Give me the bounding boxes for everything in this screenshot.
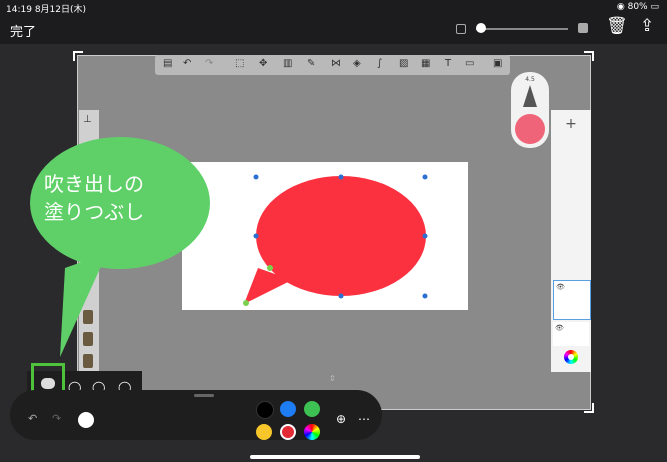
layers-panel: + 👁 👁 <box>551 110 591 372</box>
color-yellow[interactable] <box>256 424 272 440</box>
color-blue[interactable] <box>280 401 296 417</box>
tail-handle[interactable] <box>267 265 273 271</box>
home-indicator <box>250 455 420 459</box>
color-black[interactable] <box>256 401 274 419</box>
callout-tail <box>60 253 107 357</box>
color-wheel-icon[interactable] <box>564 350 578 364</box>
eye-icon[interactable]: 👁 <box>555 324 564 332</box>
pen-size-label: 4.5 <box>525 76 535 83</box>
eye-icon[interactable]: 👁 <box>556 283 565 291</box>
add-color-button[interactable]: ⊕ <box>336 412 346 426</box>
speech-bubble[interactable] <box>256 176 426 296</box>
pen-panel[interactable]: 4.5 <box>511 72 549 148</box>
add-layer-button[interactable]: + <box>551 116 591 132</box>
more-icon[interactable]: ⋯ <box>358 412 370 426</box>
filled-bubble-icon <box>41 378 55 389</box>
color-green[interactable] <box>304 401 320 417</box>
color-picker-icon[interactable] <box>304 424 320 440</box>
callout-text: 吹き出しの 塗りつぶし <box>44 170 194 226</box>
redo-button[interactable]: ↷ <box>52 412 61 425</box>
expand-icon[interactable]: ⇕ <box>329 374 336 383</box>
undo-button[interactable]: ↶ <box>28 412 37 425</box>
color-red-selected[interactable] <box>280 424 296 440</box>
tail-tip-handle[interactable] <box>243 300 249 306</box>
callout-line-2: 塗りつぶし <box>44 200 145 224</box>
pen-tip-icon <box>523 85 537 107</box>
grip-handle[interactable] <box>194 394 214 397</box>
layer-thumb-1[interactable]: 👁 <box>553 280 591 320</box>
callout-line-1: 吹き出しの <box>44 172 144 196</box>
pen-color-swatch[interactable] <box>515 114 545 144</box>
eraser-icon[interactable] <box>78 412 94 428</box>
layer-thumb-2[interactable]: 👁 <box>553 322 589 346</box>
bottom-palette-bar: ↶ ↷ ⊕ ⋯ <box>10 390 382 440</box>
